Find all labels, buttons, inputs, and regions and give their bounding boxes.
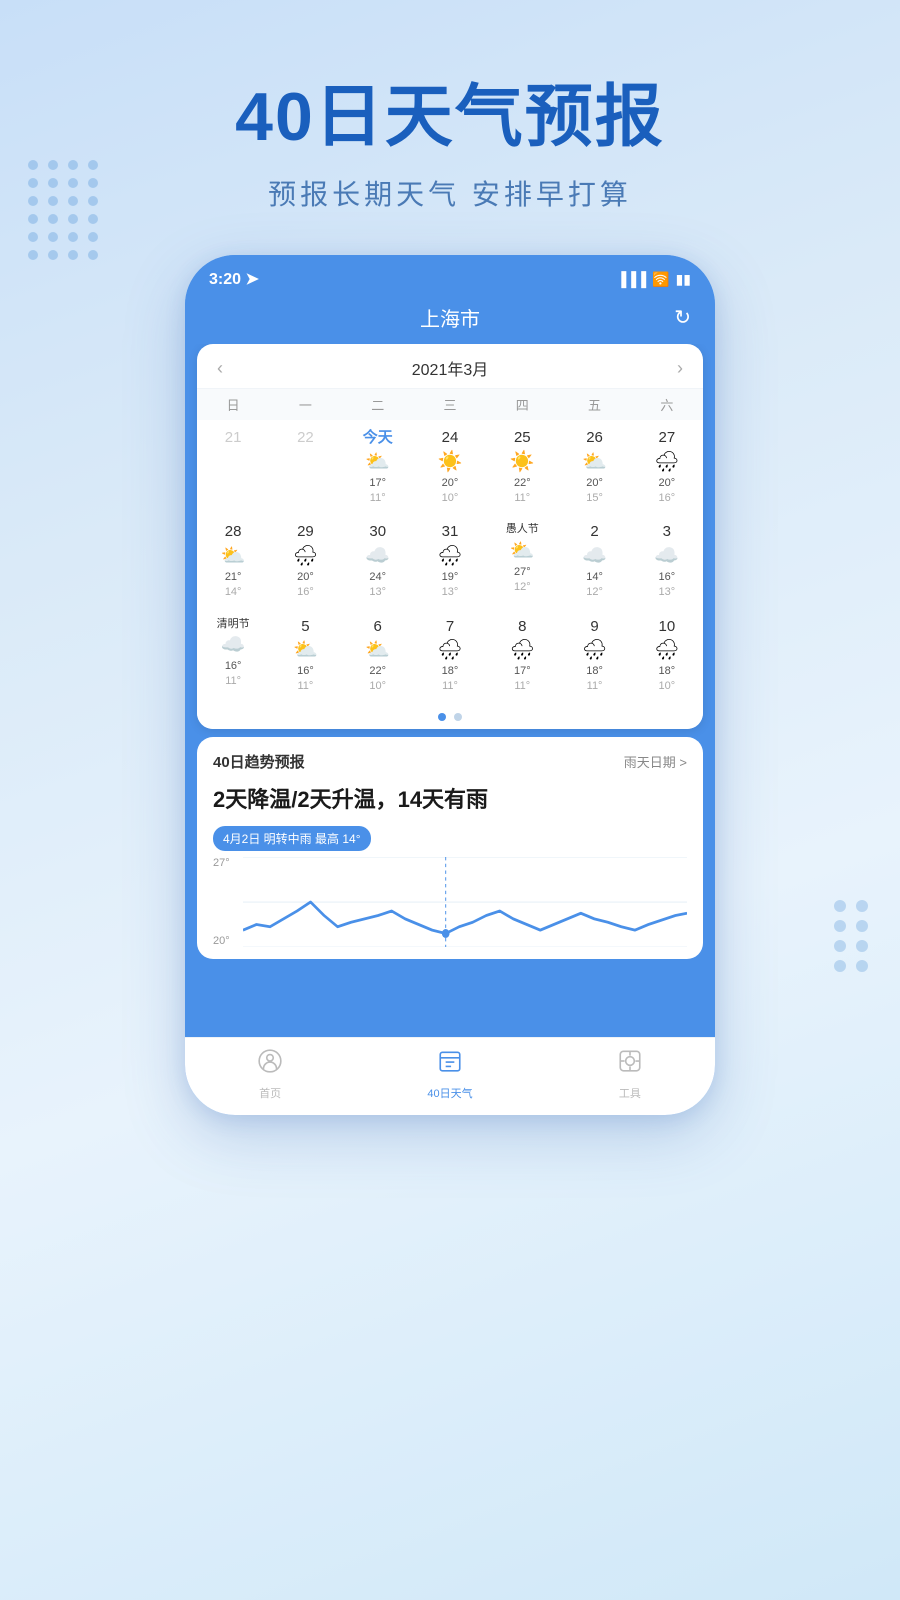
next-month-button[interactable]: › [677, 358, 683, 379]
day-header-wed: 三 [414, 395, 486, 414]
battery-icon: ▮▮ [676, 271, 691, 288]
temperature-chart [243, 857, 687, 947]
cal-cell-qingming[interactable]: 清明节 ☁️ 16° 11° [197, 613, 269, 699]
date-25: 25 [488, 428, 556, 448]
refresh-icon[interactable]: ↻ [674, 305, 691, 330]
cal-cell-6[interactable]: 6 ⛅ 22° 10° [342, 613, 414, 699]
cal-cell-27[interactable]: 27 🌧 20° 16° [631, 424, 703, 510]
dot-2 [454, 713, 462, 721]
status-bar: 3:20 ➤ ▐▐▐ 🛜 ▮▮ [185, 255, 715, 295]
date-24: 24 [416, 428, 484, 448]
cal-cell-10[interactable]: 10 🌧 18° 10° [631, 613, 703, 699]
nav-40day-label: 40日天气 [427, 1085, 472, 1101]
nav-home-label: 首页 [259, 1085, 281, 1101]
calendar-row-1: 21 22 今天 ⛅ 17° 11° [197, 420, 703, 514]
date-today: 今天 [344, 428, 412, 448]
cal-cell-29[interactable]: 29 🌧 20° 16° [269, 518, 341, 604]
dot-1 [438, 713, 446, 721]
day-header-tue: 二 [342, 395, 414, 414]
date-21: 21 [199, 428, 267, 448]
calendar-row-3: 清明节 ☁️ 16° 11° 5 ⛅ 16° 11° 6 ⛅ 22° 10° [197, 609, 703, 703]
home-icon [257, 1048, 283, 1081]
chart-label-high: 27° [213, 857, 230, 869]
bottom-nav: 首页 40日天气 [185, 1037, 715, 1115]
trend-summary: 2天降温/2天升温，14天有雨 [213, 782, 687, 814]
cal-cell-21[interactable]: 21 [197, 424, 269, 510]
rainy-days-link[interactable]: 雨天日期 > [624, 752, 687, 771]
cal-cell-9[interactable]: 9 🌧 18° 11° [558, 613, 630, 699]
signal-icon: ▐▐▐ [616, 271, 646, 287]
cal-cell-7[interactable]: 7 🌧 18° 11° [414, 613, 486, 699]
cal-cell-24[interactable]: 24 ☀️ 20° 10° [414, 424, 486, 510]
day-header-sun: 日 [197, 395, 269, 414]
hero-subtitle: 预报长期天气 安排早打算 [0, 173, 900, 213]
calendar-month: 2021年3月 [412, 356, 489, 380]
trend-header: 40日趋势预报 雨天日期 > [213, 751, 687, 772]
prev-month-button[interactable]: ‹ [217, 358, 223, 379]
nav-home[interactable]: 首页 [257, 1048, 283, 1101]
status-icons: ▐▐▐ 🛜 ▮▮ [616, 271, 691, 288]
nav-tools-label: 工具 [619, 1085, 641, 1101]
trend-title: 40日趋势预报 [213, 751, 305, 772]
date-27: 27 [633, 428, 701, 448]
status-time: 3:20 ➤ [209, 269, 259, 289]
cal-cell-april-fool[interactable]: 愚人节 ⛅ 27° 12° [486, 518, 558, 604]
cal-cell-30[interactable]: 30 ☁️ 24° 13° [342, 518, 414, 604]
city-name: 上海市 [420, 303, 480, 332]
decorative-dots-right [834, 900, 870, 972]
cal-cell-26[interactable]: 26 ⛅ 20° 15° [558, 424, 630, 510]
day-header-fri: 五 [558, 395, 630, 414]
city-header: 上海市 ↻ [185, 295, 715, 344]
chart-tooltip: 4月2日 明转中雨 最高 14° [213, 826, 371, 851]
cal-cell-8[interactable]: 8 🌧 17° 11° [486, 613, 558, 699]
cal-cell-28[interactable]: 28 ⛅ 21° 14° [197, 518, 269, 604]
wifi-icon: 🛜 [652, 271, 669, 288]
cal-cell-25[interactable]: 25 ☀️ 22° 11° [486, 424, 558, 510]
calendar: ‹ 2021年3月 › 日 一 二 三 四 五 六 21 [197, 344, 703, 729]
nav-40day-icon [437, 1048, 463, 1081]
nav-tools[interactable]: 工具 [617, 1048, 643, 1101]
chart-area: 27° 20° [213, 857, 687, 947]
calendar-nav: ‹ 2021年3月 › [197, 344, 703, 389]
cal-cell-22[interactable]: 22 [269, 424, 341, 510]
cal-cell-31[interactable]: 31 🌧 19° 13° [414, 518, 486, 604]
day-header-mon: 一 [269, 395, 341, 414]
day-header-sat: 六 [631, 395, 703, 414]
nav-40day[interactable]: 40日天气 [427, 1048, 472, 1101]
day-headers: 日 一 二 三 四 五 六 [197, 389, 703, 420]
cal-cell-today[interactable]: 今天 ⛅ 17° 11° [342, 424, 414, 510]
cal-cell-2[interactable]: 2 ☁️ 14° 12° [558, 518, 630, 604]
phone-mockup: 3:20 ➤ ▐▐▐ 🛜 ▮▮ 上海市 ↻ ‹ 2021年3月 › 日 一 [185, 255, 715, 1115]
page-indicator [197, 703, 703, 729]
cal-cell-5[interactable]: 5 ⛅ 16° 11° [269, 613, 341, 699]
date-26: 26 [560, 428, 628, 448]
tools-icon [617, 1048, 643, 1081]
chart-label-low: 20° [213, 935, 230, 947]
day-header-thu: 四 [486, 395, 558, 414]
cal-cell-3[interactable]: 3 ☁️ 16° 13° [631, 518, 703, 604]
trend-section: 40日趋势预报 雨天日期 > 2天降温/2天升温，14天有雨 4月2日 明转中雨… [197, 737, 703, 959]
hero-title: 40日天气预报 [0, 80, 900, 155]
calendar-row-2: 28 ⛅ 21° 14° 29 🌧 20° 16° 30 ☁️ 24° 13° [197, 514, 703, 608]
chart-labels: 27° 20° [213, 857, 230, 947]
hero-section: 40日天气预报 预报长期天气 安排早打算 [0, 0, 900, 213]
date-22: 22 [271, 428, 339, 448]
